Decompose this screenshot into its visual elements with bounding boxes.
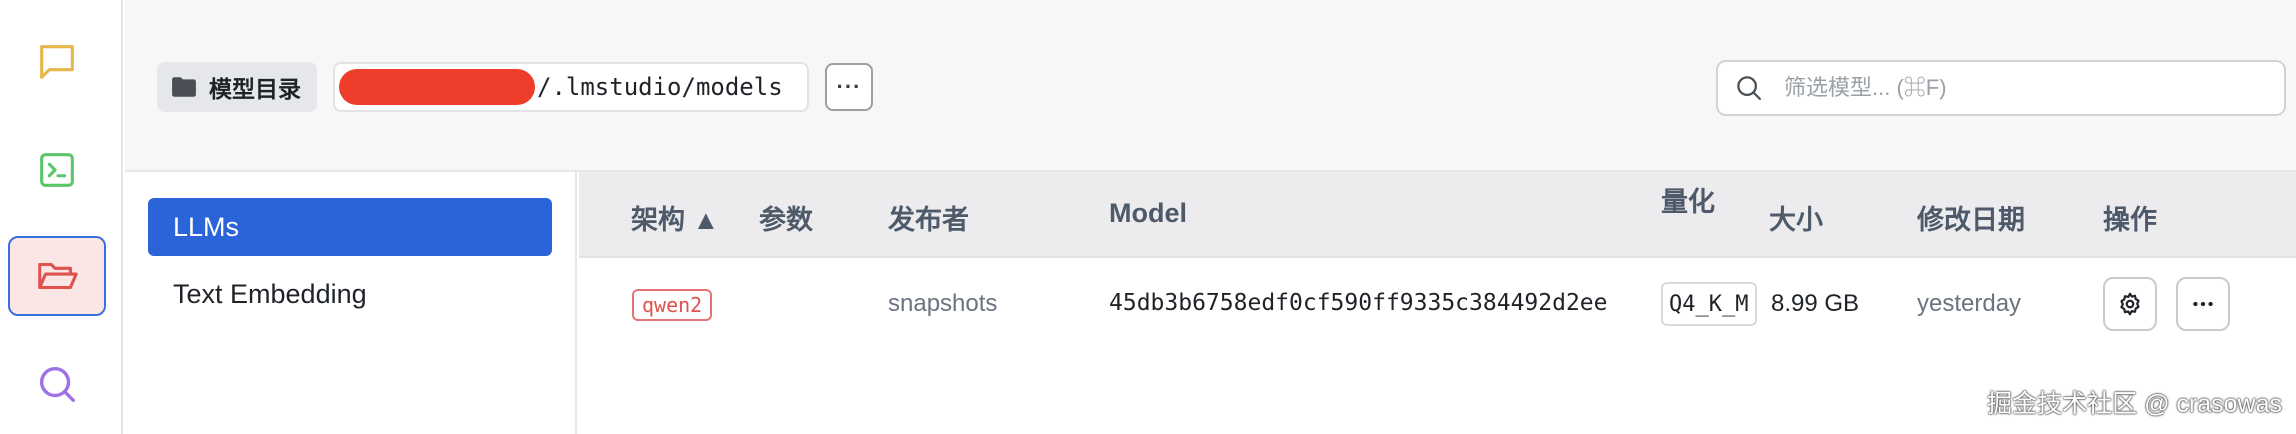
- table-header: 架构 ▲ 参数 发布者 Model 量化 大小 修改日期 操作: [579, 172, 2296, 258]
- size-cell: 8.99 GB: [1771, 290, 1860, 317]
- rail-search-button[interactable]: [8, 344, 106, 424]
- modified-cell: yesterday: [1917, 290, 2022, 317]
- model-category-list: LLMs Text Embedding: [125, 172, 577, 434]
- column-size[interactable]: 大小: [1769, 198, 1823, 237]
- publisher-cell: snapshots: [888, 290, 998, 317]
- model-cell: 45db3b6758edf0cf590ff9335c384492d2ee: [1109, 290, 1608, 316]
- model-directory-label-text: 模型目录: [209, 76, 301, 102]
- directory-more-button[interactable]: ···: [825, 63, 873, 111]
- folder-icon: [172, 77, 196, 97]
- icon-rail: [0, 0, 123, 434]
- model-settings-button[interactable]: [2103, 277, 2157, 331]
- quant-select[interactable]: Q4_K_M: [1661, 282, 1757, 326]
- terminal-icon: [40, 153, 74, 187]
- column-actions: 操作: [2103, 205, 2157, 235]
- search-icon: [39, 366, 76, 403]
- folder-open-icon: [38, 262, 78, 290]
- column-modified[interactable]: 修改日期: [1917, 198, 2025, 237]
- column-quant[interactable]: 量化: [1661, 180, 1715, 219]
- gear-icon: [2120, 292, 2140, 316]
- watermark: 掘金技术社区 @ crasowas: [1987, 390, 2282, 418]
- column-model[interactable]: Model: [1109, 198, 1187, 229]
- category-text-embedding[interactable]: Text Embedding: [148, 265, 552, 323]
- category-llms[interactable]: LLMs: [148, 198, 552, 256]
- models-header: 模型目录 /.lmstudio/models ···: [125, 0, 2296, 172]
- more-horizontal-icon: [2193, 301, 2213, 307]
- column-params[interactable]: 参数: [759, 198, 813, 237]
- quant-value: Q4_K_M: [1669, 291, 1749, 317]
- rail-terminal-button[interactable]: [8, 130, 106, 210]
- arch-badge: qwen2: [632, 289, 713, 321]
- model-filter-input[interactable]: [1782, 74, 2262, 102]
- column-arch[interactable]: 架构 ▲: [631, 198, 719, 237]
- column-publisher[interactable]: 发布者: [888, 198, 969, 237]
- redacted-path-segment: [339, 69, 535, 105]
- model-directory-path-text: /.lmstudio/models: [537, 73, 783, 101]
- model-more-button[interactable]: [2176, 277, 2230, 331]
- rail-folder-button[interactable]: [8, 236, 106, 316]
- chat-bubble-icon: [40, 45, 74, 79]
- model-directory-label: 模型目录: [157, 62, 317, 112]
- model-filter-search: [1716, 60, 2286, 116]
- rail-chat-button[interactable]: [8, 22, 106, 102]
- search-icon: [1737, 76, 1761, 100]
- model-directory-path[interactable]: /.lmstudio/models: [333, 62, 809, 112]
